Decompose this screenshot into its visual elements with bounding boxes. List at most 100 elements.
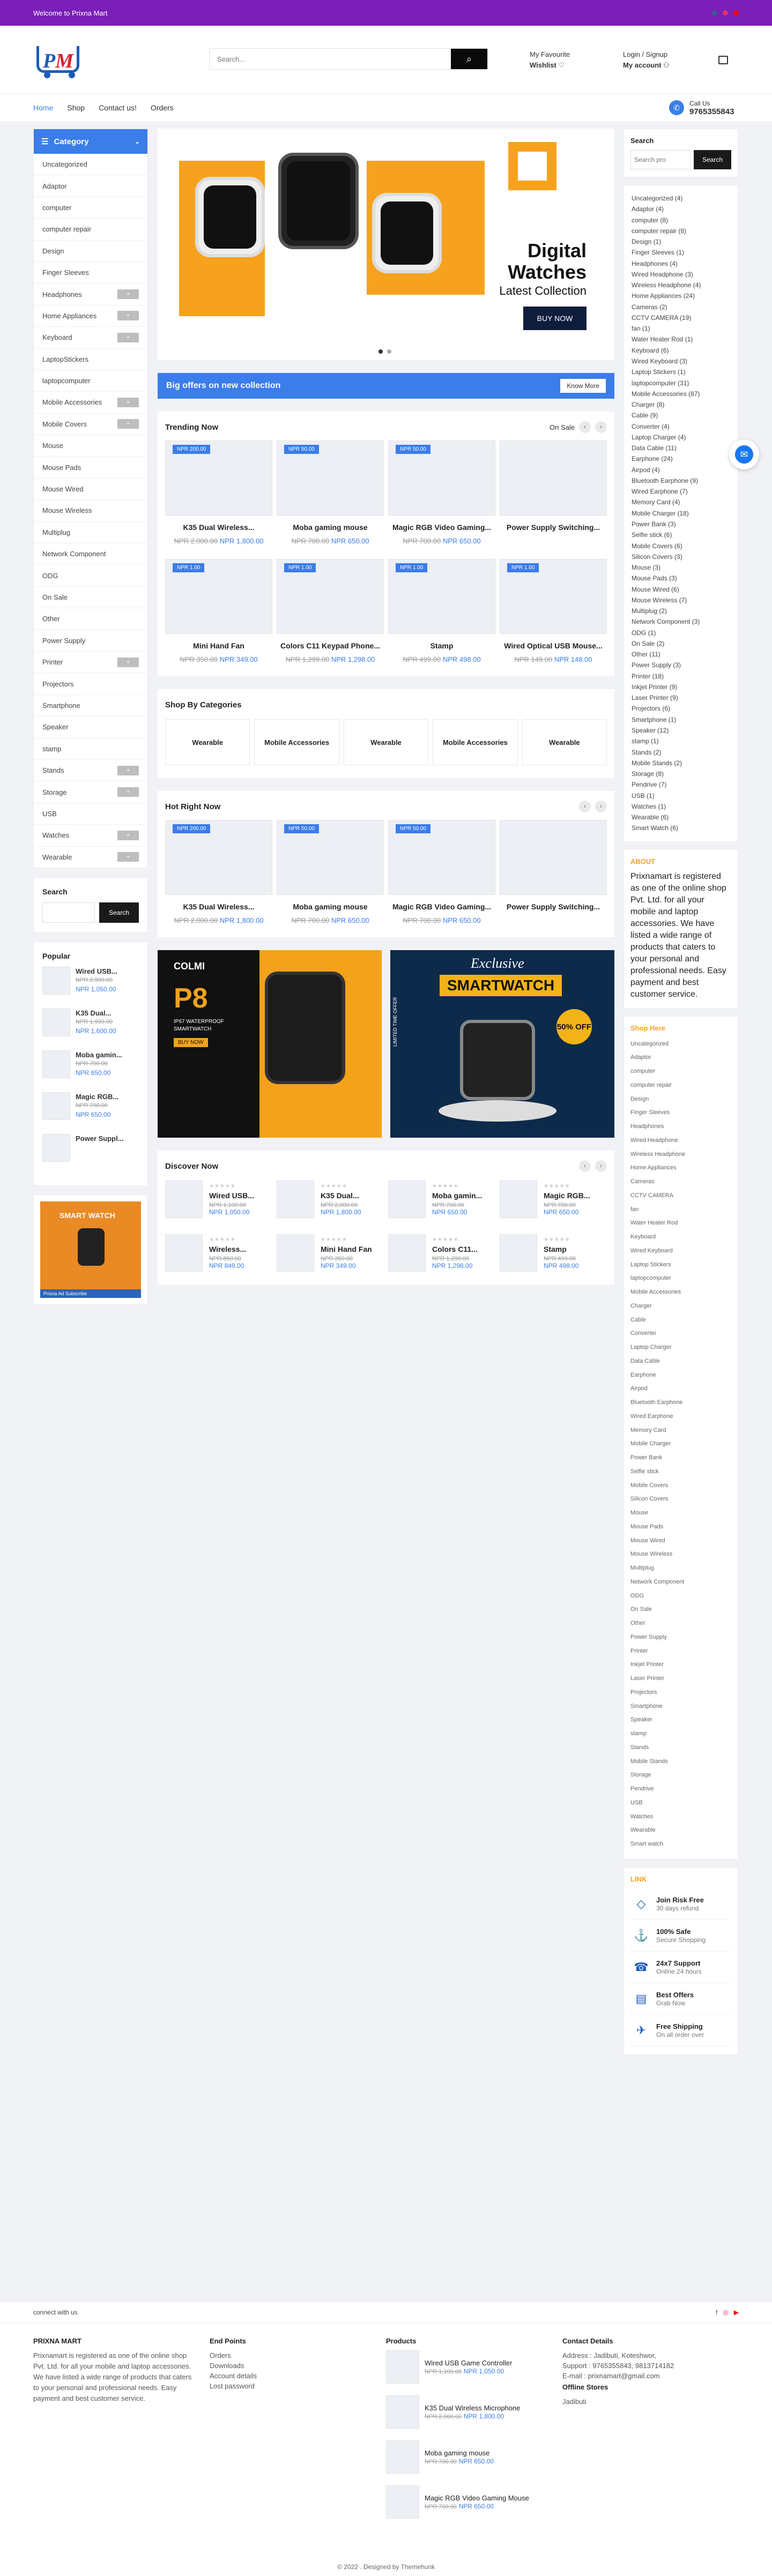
wishlist-box[interactable]: My Favourite Wishlist ♡ (530, 49, 570, 71)
discover-item[interactable]: ★★★★★ Magic RGB... NPR 700.00 NPR 650.00 (500, 1181, 607, 1218)
product-name[interactable]: Colors C11 Keypad Phone... (277, 641, 384, 650)
colmi-banner[interactable]: COLMI P8 IP67 WATERPROOF SMARTWATCH BUY … (158, 950, 382, 1138)
category-count-link[interactable]: Mouse Wireless (7) (632, 595, 730, 606)
right-search-input[interactable] (630, 150, 691, 169)
category-item[interactable]: computer repair (34, 219, 147, 241)
category-count-link[interactable]: Smart Watch (6) (632, 823, 730, 833)
category-item[interactable]: Network Component (34, 543, 147, 565)
shop-link[interactable]: Printer (630, 1645, 731, 1659)
footer-link[interactable]: Lost password (210, 2381, 386, 2391)
category-item[interactable]: Headphones + (34, 283, 147, 305)
discover-item[interactable]: ★★★★★ Mini Hand Fan NPR 350.00 NPR 349.00 (277, 1234, 384, 1272)
sidebar-search-button[interactable]: Search (99, 902, 139, 923)
expand-button[interactable]: + (117, 311, 139, 321)
category-count-link[interactable]: Uncategorized (4) (632, 193, 730, 204)
category-count-link[interactable]: Earphone (24) (632, 453, 730, 464)
category-count-link[interactable]: Network Component (3) (632, 616, 730, 627)
category-item[interactable]: USB (34, 803, 147, 825)
discover-item[interactable]: ★★★★★ Wireless... NPR 850.00 NPR 849.00 (165, 1234, 272, 1272)
shop-link[interactable]: Stands (630, 1741, 731, 1755)
category-box[interactable]: Wearable (343, 719, 429, 765)
category-item[interactable]: Wearable + (34, 847, 147, 868)
shop-link[interactable]: Airpod (630, 1382, 731, 1396)
category-item[interactable]: Adaptor (34, 175, 147, 197)
popular-item[interactable]: Magic RGB... NPR 790.00 NPR 650.00 (42, 1092, 139, 1122)
category-count-link[interactable]: Wired Earphone (7) (632, 486, 730, 497)
product-card[interactable]: NPR 50.00 Magic RGB Video Gaming... NPR 70… (388, 440, 495, 545)
product-card[interactable]: NPR 1.00 Stamp NPR 499.00 NPR 498.00 (388, 559, 495, 663)
shop-link[interactable]: Cable (630, 1313, 731, 1327)
product-card[interactable]: Power Supply Switching... (500, 440, 607, 545)
shop-link[interactable]: Cameras (630, 1175, 731, 1189)
shop-link[interactable]: Network Component (630, 1576, 731, 1589)
shop-link[interactable]: Adaptor (630, 1051, 731, 1065)
messenger-button[interactable]: ✉ (729, 439, 759, 469)
popular-item[interactable]: K35 Dual... NPR 1,999.00 NPR 1,600.00 (42, 1008, 139, 1039)
product-card[interactable]: NPR 50.00 Moba gaming mouse NPR 700.00 NPR… (277, 440, 384, 545)
expand-button[interactable]: + (117, 765, 139, 775)
category-count-link[interactable]: laptopcomputer (31) (632, 378, 730, 389)
instagram-icon[interactable] (723, 10, 728, 16)
category-count-link[interactable]: USB (1) (632, 790, 730, 801)
category-count-link[interactable]: computer (8) (632, 215, 730, 226)
category-count-link[interactable]: Charger (8) (632, 399, 730, 410)
category-item[interactable]: ODG (34, 565, 147, 587)
category-item[interactable]: Keyboard + (34, 327, 147, 349)
shop-link[interactable]: Selfie stick (630, 1465, 731, 1479)
nav-shop[interactable]: Shop (67, 103, 85, 112)
category-item[interactable]: Home Appliances + (34, 305, 147, 327)
shop-link[interactable]: CCTV CAMERA (630, 1189, 731, 1203)
footer-product[interactable]: Magic RGB Video Gaming Mouse NPR 700.00 N… (386, 2485, 562, 2519)
shop-link[interactable]: Converter (630, 1327, 731, 1341)
product-card[interactable]: NPR 50.00 Magic RGB Video Gaming... NPR 70… (388, 820, 495, 924)
shop-link[interactable]: Finger Sleeves (630, 1106, 731, 1120)
footer-product[interactable]: K35 Dual Wireless Microphone NPR 2,000.00… (386, 2395, 562, 2429)
shop-link[interactable]: laptopcomputer (630, 1272, 731, 1286)
cart-icon[interactable] (718, 56, 728, 64)
category-count-link[interactable]: Speaker (12) (632, 725, 730, 736)
facebook-icon[interactable] (712, 10, 717, 16)
chevron-right-icon[interactable]: › (595, 801, 607, 812)
product-card[interactable]: NPR 200.00 K35 Dual Wireless... NPR 2,000.… (165, 820, 272, 924)
shop-link[interactable]: stamp (630, 1727, 731, 1741)
shop-link[interactable]: fan (630, 1203, 731, 1217)
category-count-link[interactable]: Mobile Covers (6) (632, 541, 730, 551)
product-name[interactable]: Moba gaming mouse (277, 523, 384, 532)
category-count-link[interactable]: Mobile Stands (2) (632, 758, 730, 768)
slider-dot[interactable] (378, 349, 383, 354)
category-item[interactable]: Stands + (34, 760, 147, 782)
category-count-link[interactable]: fan (1) (632, 323, 730, 334)
discover-item[interactable]: ★★★★★ Stamp NPR 499.00 NPR 498.00 (500, 1234, 607, 1272)
footer-link[interactable]: Account details (210, 2371, 386, 2381)
shop-link[interactable]: Mobile Stands (630, 1755, 731, 1769)
expand-button[interactable]: + (117, 397, 139, 407)
category-header[interactable]: ☰ Category ⌄ (34, 129, 147, 154)
product-card[interactable]: NPR 1.00 Mini Hand Fan NPR 350.00 NPR 349.… (165, 559, 272, 663)
shop-link[interactable]: Data Cable (630, 1355, 731, 1369)
shop-link[interactable]: Projectors (630, 1686, 731, 1700)
category-count-link[interactable]: Selfie stick (6) (632, 529, 730, 540)
category-count-link[interactable]: Wearable (6) (632, 812, 730, 823)
call-box[interactable]: ✆ Call Us 9765355843 (669, 99, 734, 116)
nav-orders[interactable]: Orders (151, 103, 174, 112)
category-count-link[interactable]: Mouse (3) (632, 562, 730, 573)
shop-link[interactable]: Mobile Accessories (630, 1286, 731, 1300)
footer-product[interactable]: Moba gaming mouse NPR 700.00 NPR 650.00 (386, 2440, 562, 2474)
category-count-link[interactable]: Memory Card (4) (632, 497, 730, 507)
category-item[interactable]: Uncategorized (34, 154, 147, 176)
category-count-link[interactable]: Laptop Stickers (1) (632, 367, 730, 377)
category-item[interactable]: Design (34, 241, 147, 262)
sidebar-search-input[interactable] (42, 902, 95, 923)
shop-link[interactable]: Laptop Charger (630, 1341, 731, 1355)
category-item[interactable]: On Sale (34, 587, 147, 609)
shop-link[interactable]: Laser Printer (630, 1672, 731, 1686)
category-count-link[interactable]: Laser Printer (9) (632, 692, 730, 703)
category-item[interactable]: Mobile Accessories + (34, 392, 147, 414)
shop-link[interactable]: Wired Keyboard (630, 1244, 731, 1258)
category-item[interactable]: stamp (34, 738, 147, 760)
category-box[interactable]: Wearable (522, 719, 607, 765)
category-count-link[interactable]: Inkjet Printer (9) (632, 682, 730, 692)
expand-button[interactable]: + (117, 657, 139, 667)
category-count-link[interactable]: Data Cable (11) (632, 443, 730, 453)
shop-link[interactable]: Keyboard (630, 1230, 731, 1244)
